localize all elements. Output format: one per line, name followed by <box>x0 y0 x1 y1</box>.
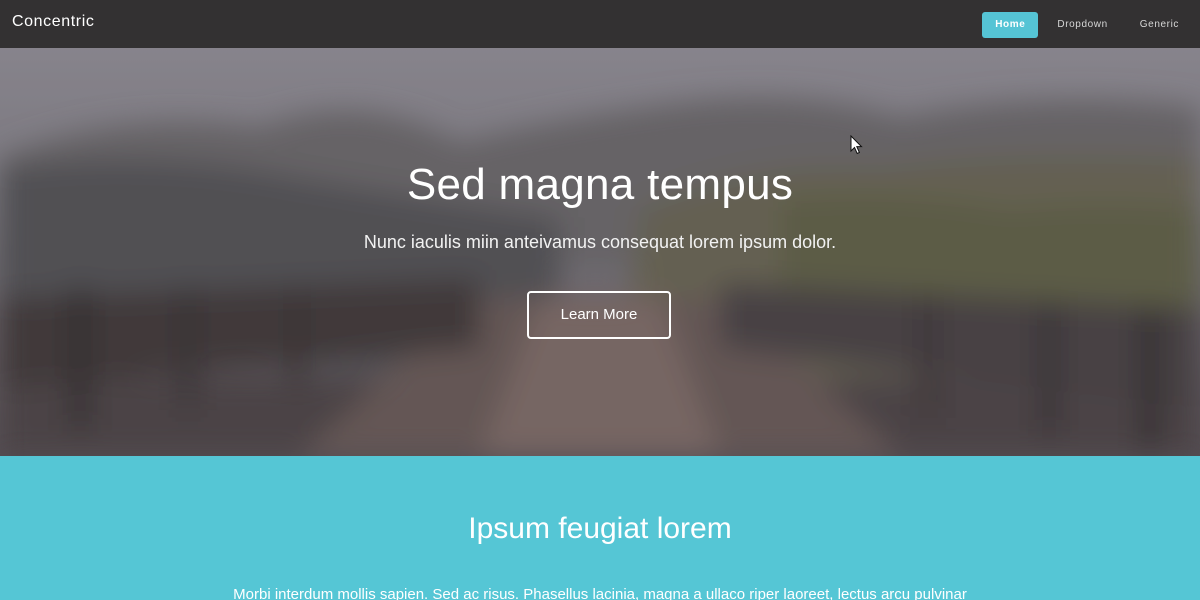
pointer-cursor-icon <box>850 135 863 155</box>
top-navigation-bar: Concentric Home Dropdown Generic <box>0 0 1200 48</box>
nav-item-generic[interactable]: Generic <box>1127 12 1192 38</box>
learn-more-button[interactable]: Learn More <box>527 291 671 339</box>
hero-content: Sed magna tempus Nunc iaculis miin antei… <box>0 48 1200 456</box>
main-nav: Home Dropdown Generic <box>976 12 1192 38</box>
nav-item-dropdown[interactable]: Dropdown <box>1044 12 1120 38</box>
section-title: Ipsum feugiat lorem <box>468 512 732 545</box>
features-section: Ipsum feugiat lorem Morbi interdum molli… <box>0 456 1200 600</box>
site-logo-text[interactable]: Concentric <box>12 13 94 31</box>
hero-banner: Sed magna tempus Nunc iaculis miin antei… <box>0 48 1200 456</box>
nav-item-home[interactable]: Home <box>982 12 1039 38</box>
hero-title: Sed magna tempus <box>406 160 794 209</box>
section-body-text: Morbi interdum mollis sapien. Sed ac ris… <box>233 586 967 600</box>
hero-subtitle: Nunc iaculis miin anteivamus consequat l… <box>363 232 837 252</box>
